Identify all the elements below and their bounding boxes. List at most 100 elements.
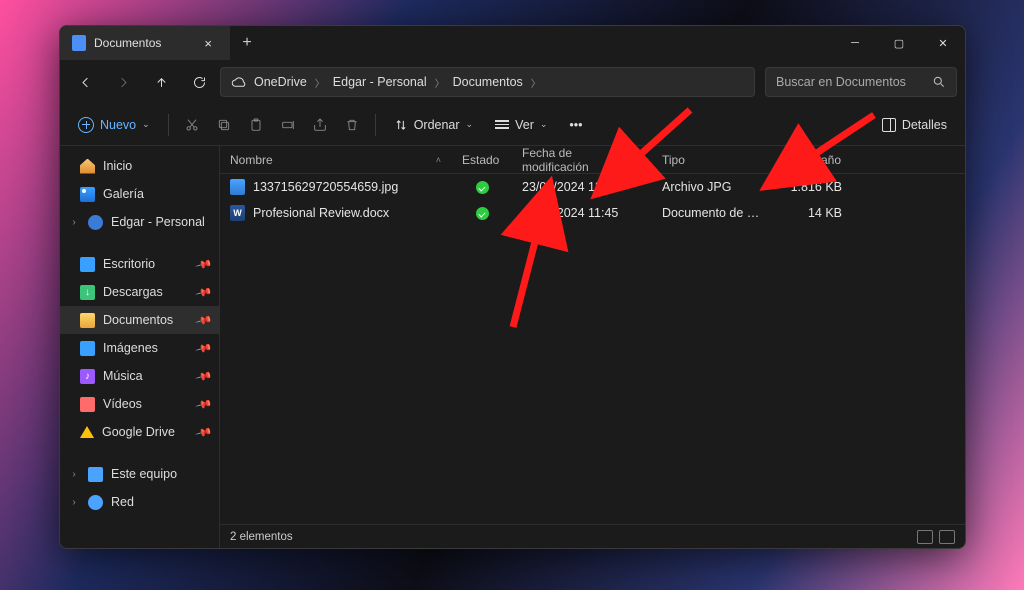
pin-icon: 📌 [195,367,213,385]
col-type[interactable]: Tipo [652,146,772,173]
pin-icon: 📌 [195,395,213,413]
sidebar-label: Edgar - Personal [111,215,205,229]
chevron-right-icon: 〉 [315,75,325,90]
delete-button[interactable] [337,110,367,140]
crumb-folder[interactable]: Documentos [453,75,523,89]
minimize-button[interactable]: ─ [833,26,877,60]
maximize-button[interactable]: ▢ [877,26,921,60]
new-button[interactable]: Nuevo ⌄ [68,110,160,140]
sidebar-item-desktop[interactable]: Escritorio📌 [60,250,219,278]
sidebar-item-network[interactable]: › Red [60,488,219,516]
jpg-icon [230,179,245,195]
gallery-icon [80,187,95,202]
view-button[interactable]: Ver ⌄ [485,110,557,140]
details-icon [882,118,896,132]
onedrive-icon [88,215,103,230]
sidebar-item-documents[interactable]: Documentos📌 [60,306,219,334]
col-modified[interactable]: Fecha de modificación [512,146,652,173]
sidebar-item-this-pc[interactable]: ›Este equipo [60,460,219,488]
crumb-person[interactable]: Edgar - Personal [333,75,427,89]
separator [375,114,376,136]
view-mode-buttons [917,530,955,544]
new-label: Nuevo [100,118,136,132]
view-label: Ver [515,118,534,132]
cut-button[interactable] [177,110,207,140]
file-name: 133715629720554659.jpg [253,180,398,194]
details-pane-button[interactable]: Detalles [872,118,957,132]
sidebar-label: Red [111,495,134,509]
close-tab-button[interactable]: × [198,34,218,53]
sidebar-label: Música [103,369,143,383]
sidebar-item-videos[interactable]: Vídeos 📌 [60,390,219,418]
sidebar-item-home[interactable]: Inicio [60,152,219,180]
col-label: Estado [462,153,499,167]
col-label: Fecha de modificación [522,146,641,174]
details-view-button[interactable] [917,530,933,544]
sidebar-label: Inicio [103,159,132,173]
sidebar-item-images[interactable]: Imágenes📌 [60,334,219,362]
sidebar-item-personal[interactable]: › Edgar - Personal [60,208,219,236]
col-size[interactable]: Tamaño [772,146,852,173]
chevron-right-icon[interactable]: › [68,497,80,508]
sort-label: Ordenar [414,118,460,132]
col-state[interactable]: Estado [452,146,512,173]
window-controls: ─ ▢ ✕ [833,26,965,60]
toolbar: Nuevo ⌄ Ordenar ⌄ Ver ⌄ ••• Detalles [60,104,965,146]
rename-button[interactable] [273,110,303,140]
synced-icon [476,207,489,220]
images-icon [80,341,95,356]
sort-asc-icon: ˄ [436,155,441,165]
sidebar-item-gallery[interactable]: Galería [60,180,219,208]
up-button[interactable] [144,65,178,99]
sidebar-item-music[interactable]: Música 📌 [60,362,219,390]
pin-icon: 📌 [195,255,213,273]
file-row[interactable]: 133715629720554659.jpg 23/09/2024 13:02 … [220,174,965,200]
file-row[interactable]: Profesional Review.docx 04/10/2024 11:45… [220,200,965,226]
chevron-right-icon: 〉 [435,75,445,90]
back-button[interactable] [68,65,102,99]
copy-button[interactable] [209,110,239,140]
status-bar: 2 elementos [220,524,965,548]
chevron-right-icon[interactable]: › [68,217,80,228]
col-label: Nombre [230,153,273,167]
crumb-root[interactable]: OneDrive [254,75,307,89]
tab-title: Documentos [94,36,161,50]
file-name: Profesional Review.docx [253,206,389,220]
videos-icon [80,397,95,412]
sidebar-item-gdrive[interactable]: Google Drive📌 [60,418,219,446]
file-size: 14 KB [772,206,852,220]
sort-icon [394,118,408,132]
thumbnails-view-button[interactable] [939,530,955,544]
chevron-right-icon[interactable]: › [68,469,80,480]
sidebar-item-downloads[interactable]: Descargas📌 [60,278,219,306]
sort-button[interactable]: Ordenar ⌄ [384,110,483,140]
file-modified: 04/10/2024 11:45 [512,206,652,220]
tab-documentos[interactable]: Documentos × [60,26,230,60]
more-button[interactable]: ••• [559,110,592,140]
file-size: 1.816 KB [772,180,852,194]
col-name[interactable]: Nombre ˄ [220,146,452,173]
sidebar-label: Documentos [103,313,173,327]
search-input[interactable]: Buscar en Documentos [765,67,957,97]
refresh-button[interactable] [182,65,216,99]
new-tab-button[interactable]: + [230,34,264,52]
search-placeholder: Buscar en Documentos [776,75,906,89]
sidebar-label: Vídeos [103,397,142,411]
paste-button[interactable] [241,110,271,140]
share-button[interactable] [305,110,335,140]
breadcrumb[interactable]: OneDrive 〉 Edgar - Personal 〉 Documentos… [220,67,755,97]
desktop-icon [80,257,95,272]
titlebar: Documentos × + ─ ▢ ✕ [60,26,965,60]
file-modified: 23/09/2024 13:02 [512,180,652,194]
home-icon [80,159,95,174]
plus-circle-icon [78,117,94,133]
file-explorer-window: Documentos × + ─ ▢ ✕ OneDrive 〉 Edgar - … [59,25,966,549]
close-button[interactable]: ✕ [921,26,965,60]
details-label: Detalles [902,118,947,132]
chevron-down-icon: ⌄ [466,119,474,130]
sidebar-label: Galería [103,187,144,201]
file-type: Documento de Micro... [652,206,772,220]
gdrive-icon [80,426,94,438]
music-icon [80,369,95,384]
forward-button[interactable] [106,65,140,99]
